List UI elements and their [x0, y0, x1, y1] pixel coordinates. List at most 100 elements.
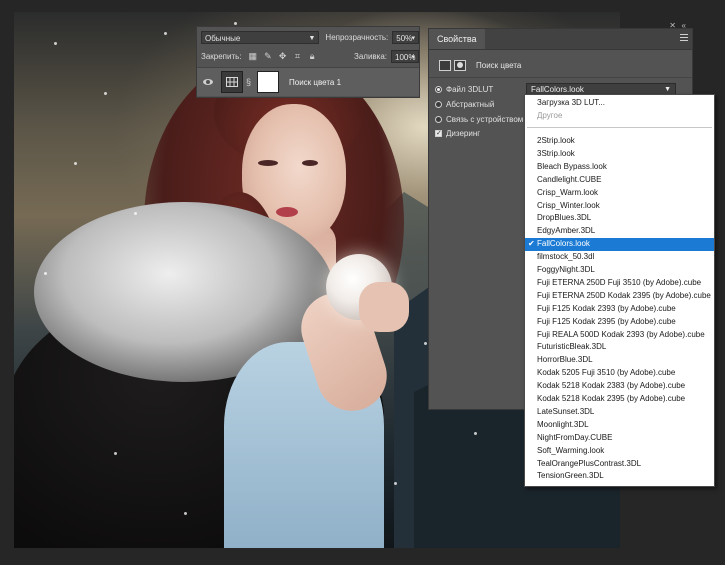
lut-list-item[interactable]: TensionGreen.3DL	[525, 470, 714, 483]
snowflake	[474, 432, 477, 435]
lut-select-value: FallColors.look	[531, 85, 584, 94]
lut-list-item-label: NightFromDay.CUBE	[537, 432, 613, 442]
lut-list-item-label: Kodak 5218 Kodak 2383 (by Adobe).cube	[537, 381, 686, 391]
chevron-down-icon: ▾	[411, 54, 416, 61]
lut-list-item[interactable]: 2Strip.look	[525, 135, 714, 148]
lut-list-item-label: Fuji F125 Kodak 2393 (by Adobe).cube	[537, 303, 676, 313]
lut-list-item[interactable]: Fuji F125 Kodak 2393 (by Adobe).cube	[525, 303, 714, 316]
lut-list-item[interactable]: Soft_Warming.look	[525, 445, 714, 458]
opacity-label: Непрозрачность:	[325, 33, 389, 42]
lut-list-item[interactable]: Fuji F125 Kodak 2395 (by Adobe).cube	[525, 316, 714, 329]
lock-artboard-icon[interactable]: ⌗	[294, 52, 302, 61]
lut-list-item-label: Bleach Bypass.look	[537, 161, 607, 171]
radio-indicator[interactable]	[435, 116, 442, 123]
snowflake	[164, 32, 167, 35]
lut-list-item-label: Fuji REALA 500D Kodak 2393 (by Adobe).cu…	[537, 329, 705, 339]
tab-properties[interactable]: Свойства	[429, 29, 485, 49]
lut-list-item[interactable]: Crisp_Winter.look	[525, 200, 714, 213]
snowflake	[104, 92, 107, 95]
radio-indicator[interactable]	[435, 101, 442, 108]
panel-menu-icon[interactable]	[680, 34, 688, 43]
checkbox-dither[interactable]: ✓ Дизеринг	[435, 129, 480, 138]
lut-list-item[interactable]: HorrorBlue.3DL	[525, 354, 714, 367]
fill-field[interactable]: 100% ▾	[391, 50, 420, 63]
lut-list-item[interactable]: Fuji REALA 500D Kodak 2393 (by Adobe).cu…	[525, 329, 714, 342]
properties-tab-bar: Свойства	[429, 29, 692, 50]
snowflake	[74, 162, 77, 165]
lut-list-item-label: Fuji ETERNA 250D Fuji 3510 (by Adobe).cu…	[537, 277, 702, 287]
lut-list-item-label: Soft_Warming.look	[537, 445, 605, 455]
lut-list-item[interactable]: LateSunset.3DL	[525, 406, 714, 419]
lut-list-item[interactable]: 3Strip.look	[525, 148, 714, 161]
lut-list-item-label: Crisp_Winter.look	[537, 200, 600, 210]
menu-item-load-3d-lut[interactable]: Загрузка 3D LUT...	[525, 97, 714, 110]
lut-list-item[interactable]: Moonlight.3DL	[525, 419, 714, 432]
lut-list-item[interactable]: Kodak 5218 Kodak 2383 (by Adobe).cube	[525, 380, 714, 393]
chain-link-icon[interactable]: §	[246, 76, 254, 88]
lut-list-item-label: FuturisticBleak.3DL	[537, 342, 607, 352]
close-icon[interactable]: ✕	[669, 21, 676, 30]
lut-list-item[interactable]: Candlelight.CUBE	[525, 174, 714, 187]
lut-list-item[interactable]: filmstock_50.3dl	[525, 251, 714, 264]
layer-mask-thumbnail[interactable]	[257, 71, 279, 93]
radio-file-3dlut-label: Файл 3DLUT	[446, 85, 494, 94]
layer-name[interactable]: Поиск цвета 1	[289, 78, 341, 87]
radio-indicator[interactable]	[435, 86, 442, 93]
lut-list-item-label: FoggyNight.3DL	[537, 265, 595, 274]
lock-transparent-pixels-icon[interactable]: ▦	[249, 52, 258, 61]
chevron-down-icon: ▾	[411, 35, 415, 42]
menu-item-other: Другое	[537, 111, 563, 120]
locks-label: Закрепить:	[201, 52, 242, 61]
lut-list-item-label: Fuji F125 Kodak 2395 (by Adobe).cube	[537, 316, 676, 326]
hand	[359, 282, 409, 332]
lut-list-item[interactable]: EdgyAmber.3DL	[525, 225, 714, 238]
lut-list-item[interactable]: FallColors.look ✔	[525, 238, 714, 252]
radio-abstract[interactable]: Абстрактный	[435, 100, 494, 109]
lut-list-item-label: LateSunset.3DL	[537, 406, 595, 416]
lut-list-item[interactable]: Crisp_Warm.look	[525, 187, 714, 200]
lut-list-item[interactable]: FuturisticBleak.3DL	[525, 341, 714, 354]
lut-list-item[interactable]: NightFromDay.CUBE	[525, 432, 714, 445]
lut-list-item-label: FallColors.look	[537, 239, 590, 249]
lut-list-item[interactable]: Kodak 5205 Fuji 3510 (by Adobe).cube	[525, 367, 714, 380]
snowflake	[394, 482, 397, 485]
radio-device-link[interactable]: Связь с устройством	[435, 115, 523, 124]
checkbox-indicator[interactable]: ✓	[435, 130, 442, 137]
snowflake	[424, 342, 427, 345]
lut-list-item-label: HorrorBlue.3DL	[537, 355, 593, 365]
lut-list-item[interactable]: FoggyNight.3DL	[525, 264, 714, 277]
snowflake	[44, 272, 47, 275]
lut-list-item[interactable]: Fuji ETERNA 250D Kodak 2395 (by Adobe).c…	[525, 290, 714, 303]
adjustment-thumbnail[interactable]	[221, 71, 243, 93]
opacity-field[interactable]: 50% ▾	[392, 31, 419, 44]
lut-list-item[interactable]: Fuji ETERNA 250D Fuji 3510 (by Adobe).cu…	[525, 277, 714, 290]
adjustment-grid-icon[interactable]	[439, 59, 451, 71]
snowflake	[114, 452, 117, 455]
lut-list-item-label: Crisp_Warm.look	[537, 187, 599, 197]
blend-mode-select[interactable]: Обычные ▼	[201, 31, 320, 44]
lock-all-icon[interactable]: 🔒︎	[308, 52, 316, 61]
lut-list-item-label: Candlelight.CUBE	[537, 174, 602, 184]
radio-device-link-label: Связь с устройством	[446, 115, 524, 124]
properties-header: Поиск цвета	[429, 56, 692, 74]
lut-list-item-label: DropBlues.3DL	[537, 213, 592, 223]
lock-position-icon[interactable]: ✥	[279, 52, 287, 61]
adjustment-grid-icon	[226, 77, 238, 87]
radio-file-3dlut[interactable]: Файл 3DLUT	[435, 85, 493, 94]
mask-icon[interactable]	[454, 59, 466, 71]
lock-image-icon[interactable]: ✎	[264, 52, 272, 61]
lut-list-item-label: Moonlight.3DL	[537, 419, 589, 429]
lut-list-item[interactable]: Kodak 5218 Kodak 2395 (by Adobe).cube	[525, 393, 714, 406]
layer-row[interactable]: § Поиск цвета 1	[197, 67, 419, 96]
lut-list-item[interactable]: DropBlues.3DL	[525, 212, 714, 225]
checkbox-dither-label: Дизеринг	[446, 129, 481, 138]
eye-icon[interactable]	[203, 78, 213, 86]
snowflake	[234, 22, 237, 25]
lut-list-item[interactable]: TealOrangePlusContrast.3DL	[525, 458, 714, 471]
radio-abstract-label: Абстрактный	[446, 100, 495, 109]
collapse-icon[interactable]: «	[682, 21, 686, 30]
lut-list-item[interactable]: Bleach Bypass.look	[525, 161, 714, 174]
lut-list-item-label: 3Strip.look	[537, 148, 575, 158]
snowflake	[134, 212, 137, 215]
lut-list-item-label: TensionGreen.3DL	[537, 471, 604, 481]
